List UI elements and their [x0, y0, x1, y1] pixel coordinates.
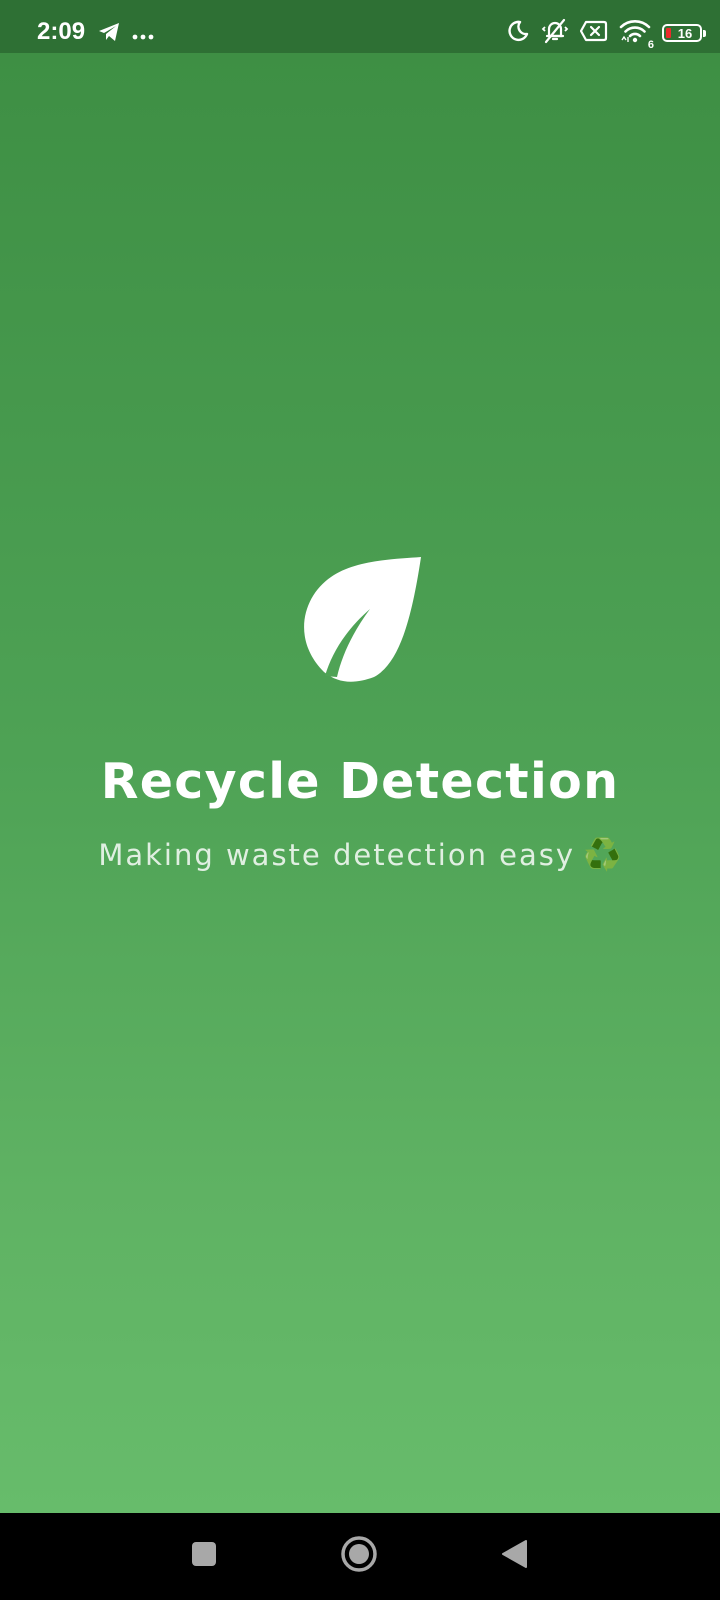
battery-level: 16: [677, 25, 693, 41]
more-dots-icon: [132, 25, 154, 44]
back-button[interactable]: [490, 1532, 538, 1580]
leaf-icon: [297, 557, 425, 683]
battery-level-fill: [666, 28, 671, 38]
navigation-bar: [0, 1513, 720, 1600]
home-circle-icon: [339, 1534, 379, 1578]
back-triangle-icon: [499, 1538, 529, 1574]
recents-square-icon: [190, 1540, 218, 1572]
silent-bell-icon: [541, 18, 569, 48]
battery-icon: 16: [662, 24, 706, 42]
moon-icon: [506, 19, 530, 47]
wifi-icon: 6: [619, 18, 654, 51]
status-bar: 2:09 6 16: [0, 0, 720, 53]
recents-button[interactable]: [180, 1532, 228, 1580]
wifi-badge: 6: [647, 39, 654, 51]
status-time: 2:09: [37, 18, 86, 45]
splash-screen: 2:09 6 16 Recycle Detection Making waste…: [0, 0, 720, 1600]
tagline: Making waste detection easy ♻️: [0, 836, 720, 873]
tagline-text: Making waste detection easy: [98, 838, 576, 872]
recycle-icon: ♻️: [583, 837, 622, 873]
telegram-icon: [98, 22, 120, 46]
status-left-icons: [98, 22, 154, 46]
home-button[interactable]: [335, 1532, 383, 1580]
status-right-icons: 6 16: [506, 18, 706, 51]
app-title: Recycle Detection: [100, 753, 620, 810]
sim-off-icon: [579, 20, 608, 46]
